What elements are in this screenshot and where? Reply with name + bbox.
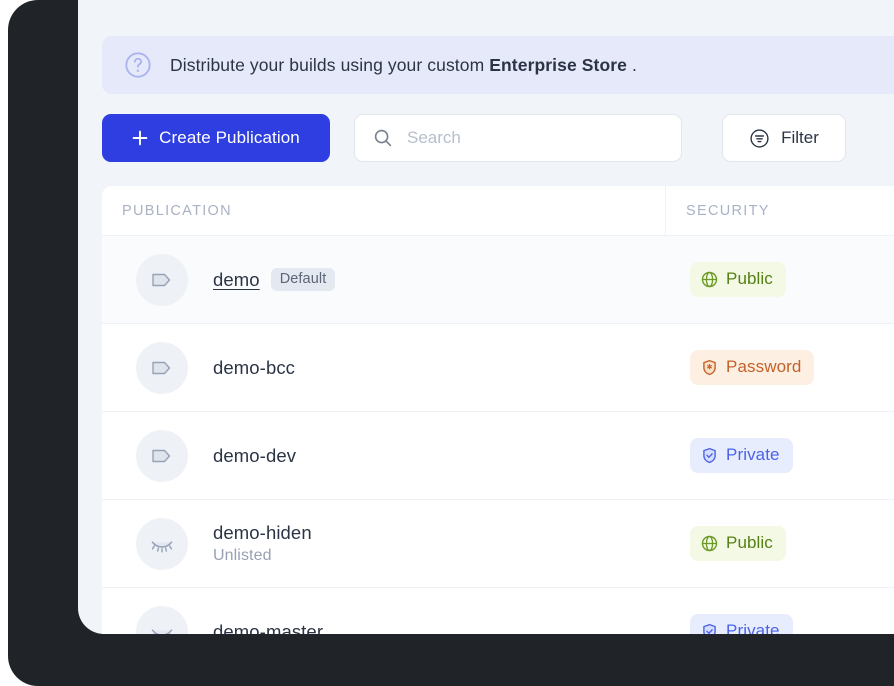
publication-name-block: demo-bcc [213,357,295,379]
toolbar: Create Publication Fi [102,114,894,162]
banner-text-enterprise-store: Enterprise Store [489,54,628,75]
status-badge: Public [690,526,786,561]
cell-security: Private [665,438,793,473]
plus-icon [132,130,159,146]
banner-text: Distribute your builds using your custom… [170,55,637,76]
shield-asterisk-icon [701,359,726,376]
create-publication-label: Create Publication [159,128,300,147]
table-row[interactable]: demo-master Private [102,588,894,634]
search-box[interactable] [354,114,682,162]
cell-publication: demo-master [102,605,665,635]
tag-icon [136,253,188,306]
table-row[interactable]: demo-bcc Password [102,324,894,412]
tag-icon [136,429,188,482]
table-row[interactable]: demo-hiden Unlisted Public [102,500,894,588]
publication-name-link[interactable]: demo-master [213,621,323,635]
create-publication-button[interactable]: Create Publication [102,114,330,162]
status-badge: Password [690,350,815,385]
status-badge-label: Public [726,533,773,552]
screenshot-stage: Distribute your builds using your custom… [0,0,894,686]
banner-text-after: . [631,54,637,75]
filter-icon [749,128,781,149]
default-badge: Default [270,268,336,291]
publication-name-link[interactable]: demo-dev [213,445,296,467]
status-badge-label: Private [726,621,780,634]
shield-check-icon [701,623,726,634]
cell-security: Private [665,614,793,634]
cell-publication: demo-hiden Unlisted [102,517,665,570]
globe-icon [701,271,726,288]
status-badge: Public [690,262,786,297]
column-divider [665,186,666,236]
status-badge: Private [690,438,793,473]
eye-closed-icon [136,517,188,570]
cell-security: Password [665,350,815,385]
banner-text-before: Distribute your builds using your custom [170,54,485,75]
publication-name-block: demo-hiden Unlisted [213,522,312,565]
filter-label: Filter [781,128,819,147]
shield-check-icon [701,447,726,464]
status-badge-label: Password [726,357,802,376]
cell-publication: demo-bcc [102,341,665,394]
table-header-row: PUBLICATION SECURITY [102,186,894,236]
status-badge-label: Public [726,269,773,288]
help-circle-icon [124,51,152,79]
status-badge-label: Private [726,445,780,464]
search-icon [373,128,393,148]
publication-name-block: demo-master [213,621,323,635]
table-row[interactable]: demo Default Public [102,236,894,324]
cell-publication: demo Default [102,253,665,306]
publication-name-block: demo Default [213,268,336,291]
table-row[interactable]: demo-dev Private [102,412,894,500]
app-window-card: Distribute your builds using your custom… [78,0,894,634]
cell-security: Public [665,262,786,297]
cell-security: Public [665,526,786,561]
info-banner: Distribute your builds using your custom… [102,36,894,94]
column-header-security: SECURITY [686,202,770,219]
publications-table: PUBLICATION SECURITY demo Default Public… [102,186,894,634]
tag-icon [136,341,188,394]
search-input[interactable] [407,128,657,148]
publication-name-link[interactable]: demo-bcc [213,357,295,379]
publication-name-link[interactable]: demo-hiden [213,522,312,544]
eye-closed-icon [136,605,188,634]
publication-subtitle: Unlisted [213,547,272,564]
filter-button[interactable]: Filter [722,114,846,162]
status-badge: Private [690,614,793,634]
publication-name-block: demo-dev [213,445,296,467]
cell-publication: demo-dev [102,429,665,482]
publication-name-link[interactable]: demo [213,269,260,291]
globe-icon [701,535,726,552]
column-header-publication: PUBLICATION [122,202,232,219]
